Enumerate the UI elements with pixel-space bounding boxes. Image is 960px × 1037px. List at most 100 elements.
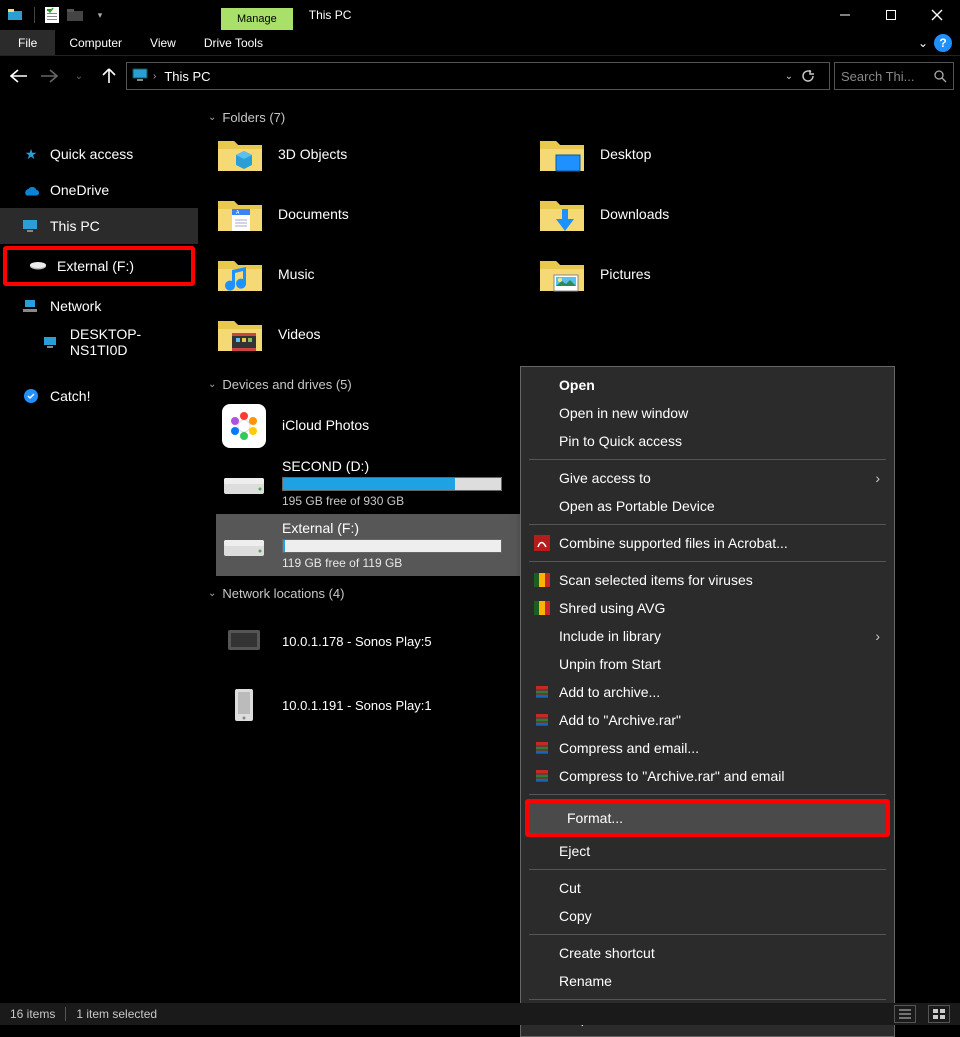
folder-3d-objects[interactable]: 3D Objects: [216, 133, 526, 175]
minimize-button[interactable]: [822, 0, 868, 30]
sidebar-item-desktop-computer[interactable]: DESKTOP-NS1TI0D: [0, 324, 198, 360]
help-icon[interactable]: ?: [934, 34, 952, 52]
properties-icon[interactable]: [41, 4, 63, 26]
folder-music[interactable]: Music: [216, 253, 526, 295]
ctx-create-shortcut[interactable]: Create shortcut: [521, 939, 894, 967]
drive-icon: [29, 257, 47, 275]
ctx-add-to-archive[interactable]: Add to archive...: [521, 678, 894, 706]
chevron-right-icon[interactable]: ›: [151, 71, 158, 82]
ctx-rename[interactable]: Rename: [521, 967, 894, 995]
address-bar[interactable]: › This PC ⌄: [126, 62, 830, 90]
ctx-copy[interactable]: Copy: [521, 902, 894, 930]
ctx-label: Cut: [559, 880, 880, 896]
sidebar-item-label: OneDrive: [50, 182, 109, 198]
ctx-label: Open in new window: [559, 405, 880, 421]
ctx-add-to-archive-rar[interactable]: Add to "Archive.rar": [521, 706, 894, 734]
separator: [529, 869, 886, 870]
ctx-cut[interactable]: Cut: [521, 874, 894, 902]
chevron-down-icon: ⌄: [208, 112, 216, 123]
folder-label: Music: [278, 266, 315, 282]
qat: ▾: [0, 4, 111, 26]
chevron-down-icon: ⌄: [208, 379, 216, 390]
folder-desktop[interactable]: Desktop: [538, 133, 848, 175]
sidebar-item-label: Network: [50, 298, 101, 314]
contextual-tab-manage[interactable]: Manage: [221, 8, 293, 30]
avg-icon: [531, 571, 553, 589]
back-button[interactable]: [6, 62, 32, 90]
sidebar-item-catch[interactable]: Catch!: [0, 378, 198, 414]
sidebar-item-label: External (F:): [57, 258, 134, 274]
ctx-pin-quick-access[interactable]: Pin to Quick access: [521, 427, 894, 455]
ribbon-expand-icon[interactable]: ⌄: [918, 36, 928, 50]
ctx-label: Combine supported files in Acrobat...: [559, 535, 880, 551]
pc-icon: [22, 217, 40, 235]
star-icon: ★: [22, 145, 40, 163]
ctx-eject[interactable]: Eject: [521, 837, 894, 865]
media-device-icon: [220, 621, 268, 661]
recent-dropdown-icon[interactable]: ⌄: [66, 62, 92, 90]
section-folders[interactable]: ⌄ Folders (7): [208, 106, 950, 133]
up-button[interactable]: [96, 62, 122, 90]
ctx-open-new-window[interactable]: Open in new window: [521, 399, 894, 427]
sidebar-item-onedrive[interactable]: OneDrive: [0, 172, 198, 208]
ctx-open-portable-device[interactable]: Open as Portable Device: [521, 492, 894, 520]
avg-icon: [531, 599, 553, 617]
folder-documents[interactable]: A Documents: [216, 193, 526, 235]
address-dropdown-icon[interactable]: ⌄: [777, 71, 801, 82]
separator: [65, 1007, 66, 1021]
folder-downloads[interactable]: Downloads: [538, 193, 848, 235]
folder-pictures[interactable]: Pictures: [538, 253, 848, 295]
sidebar-item-label: DESKTOP-NS1TI0D: [70, 326, 198, 358]
title-bar: ▾ Manage This PC: [0, 0, 960, 30]
sidebar-item-label: This PC: [50, 218, 100, 234]
status-selected-count: 1 item selected: [76, 1007, 157, 1021]
ctx-scan-viruses[interactable]: Scan selected items for viruses: [521, 566, 894, 594]
window-title: This PC: [309, 8, 352, 22]
sidebar-item-external[interactable]: External (F:): [7, 250, 191, 282]
chevron-right-icon: ›: [875, 470, 880, 486]
contextual-tab-group: Manage: [221, 0, 293, 30]
ctx-include-in-library[interactable]: Include in library›: [521, 622, 894, 650]
sidebar-item-this-pc[interactable]: This PC: [0, 208, 198, 244]
ribbon-tab-computer[interactable]: Computer: [55, 30, 136, 55]
folder-icon: A: [216, 193, 264, 235]
folder-icon: [216, 313, 264, 355]
ribbon-tab-file[interactable]: File: [0, 30, 55, 55]
ctx-combine-acrobat[interactable]: Combine supported files in Acrobat...: [521, 529, 894, 557]
sidebar-item-label: Quick access: [50, 146, 133, 162]
ctx-label: Include in library: [559, 628, 875, 644]
breadcrumb-this-pc[interactable]: This PC: [158, 69, 216, 84]
ctx-label: Scan selected items for viruses: [559, 572, 880, 588]
ribbon-tab-drive-tools[interactable]: Drive Tools: [190, 30, 277, 55]
sidebar-item-network[interactable]: Network: [0, 288, 198, 324]
qat-dropdown-icon[interactable]: ▾: [89, 4, 111, 26]
ctx-unpin-from-start[interactable]: Unpin from Start: [521, 650, 894, 678]
ctx-label: Copy: [559, 908, 880, 924]
folder-videos[interactable]: Videos: [216, 313, 526, 355]
separator: [529, 561, 886, 562]
sidebar-item-quick-access[interactable]: ★ Quick access: [0, 136, 198, 172]
ctx-give-access-to[interactable]: Give access to›: [521, 464, 894, 492]
ribbon-tab-view[interactable]: View: [136, 30, 190, 55]
nav-pane: ★ Quick access OneDrive This PC External…: [0, 96, 198, 1003]
hdd-icon: [220, 525, 268, 565]
ctx-label: Pin to Quick access: [559, 433, 880, 449]
section-label: Network locations (4): [222, 586, 344, 601]
ctx-label: Give access to: [559, 470, 875, 486]
ctx-compress-rar-email[interactable]: Compress to "Archive.rar" and email: [521, 762, 894, 790]
maximize-button[interactable]: [868, 0, 914, 30]
sidebar-item-label: Catch!: [50, 388, 90, 404]
close-button[interactable]: [914, 0, 960, 30]
ctx-shred-avg[interactable]: Shred using AVG: [521, 594, 894, 622]
ctx-format[interactable]: Format...: [529, 803, 886, 833]
search-placeholder: Search Thi...: [841, 69, 914, 84]
view-details-button[interactable]: [894, 1005, 916, 1023]
refresh-icon[interactable]: [801, 69, 825, 83]
forward-button[interactable]: [36, 62, 62, 90]
ctx-label: Format...: [567, 810, 872, 826]
ctx-compress-and-email[interactable]: Compress and email...: [521, 734, 894, 762]
ctx-open[interactable]: Open: [521, 371, 894, 399]
view-large-icons-button[interactable]: [928, 1005, 950, 1023]
search-input[interactable]: Search Thi...: [834, 62, 954, 90]
new-folder-icon[interactable]: [65, 4, 87, 26]
